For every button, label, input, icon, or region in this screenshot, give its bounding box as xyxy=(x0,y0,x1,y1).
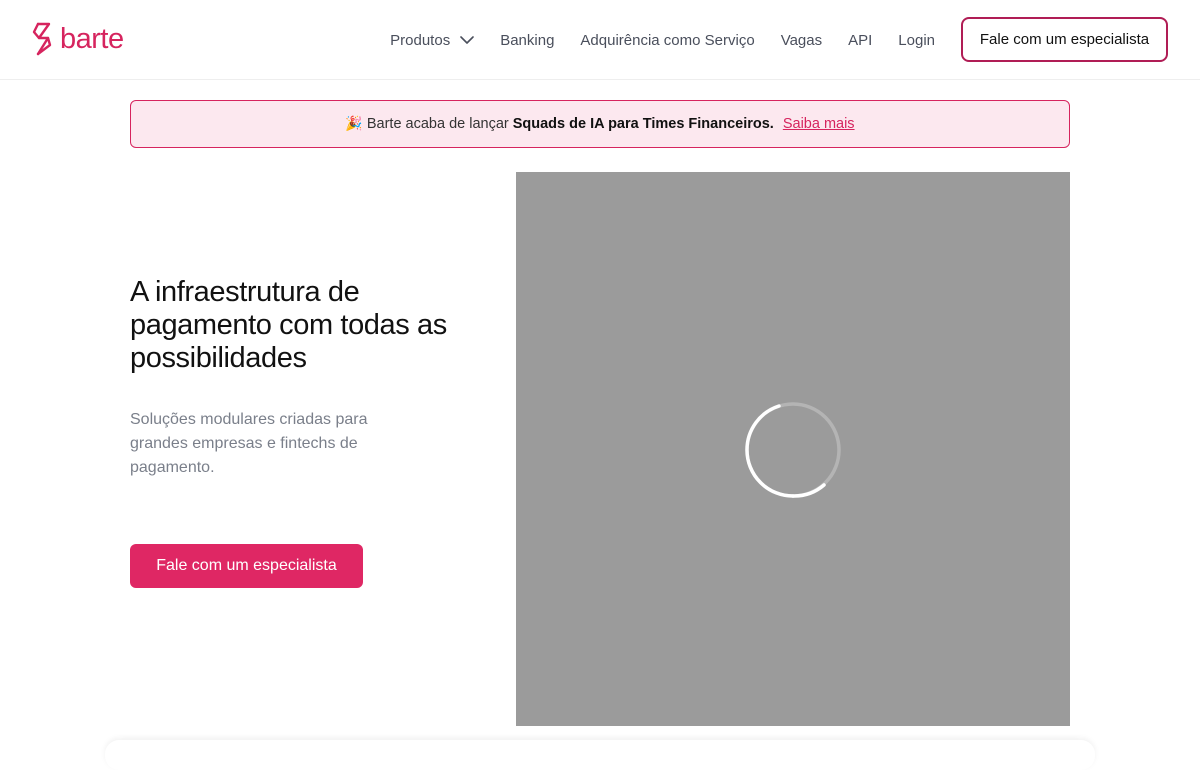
nav-item-banking[interactable]: Banking xyxy=(500,32,554,49)
nav-item-vagas[interactable]: Vagas xyxy=(781,32,822,49)
loading-spinner-icon xyxy=(744,401,842,499)
chevron-down-icon xyxy=(460,35,475,45)
nav-item-label: Banking xyxy=(500,31,555,49)
nav-item-label: Produtos xyxy=(390,31,451,49)
hero-media-placeholder xyxy=(516,172,1070,726)
nav-item-produtos[interactable]: Produtos xyxy=(390,31,475,49)
nav-item-label: Adquirência como Serviço xyxy=(580,31,755,49)
announcement-banner: 🎉 Barte acaba de lançar Squads de IA par… xyxy=(130,100,1070,148)
site-header: barte Produtos Banking Adquirência como … xyxy=(0,0,1200,80)
next-section-card xyxy=(105,740,1095,770)
party-popper-icon: 🎉 xyxy=(345,116,363,132)
nav-item-label: Vagas xyxy=(780,31,823,49)
barte-logo-mark-icon xyxy=(30,22,54,56)
brand-logo[interactable]: barte xyxy=(30,20,124,58)
nav-item-label: Login xyxy=(898,31,935,49)
main-nav: Produtos Banking Adquirência como Serviç… xyxy=(390,0,935,80)
nav-item-adquirencia[interactable]: Adquirência como Serviço xyxy=(580,32,754,49)
brand-name: barte xyxy=(60,22,124,55)
hero-contact-specialist-button[interactable]: Fale com um especialista xyxy=(130,544,363,588)
nav-item-login[interactable]: Login xyxy=(898,32,935,49)
hero-title: A infraestrutura de pagamento com todas … xyxy=(130,276,447,374)
banner-highlight: Squads de IA para Times Financeiros. xyxy=(512,116,774,132)
header-contact-specialist-button[interactable]: Fale com um especialista xyxy=(961,17,1168,62)
nav-item-api[interactable]: API xyxy=(848,32,872,49)
nav-item-label: API xyxy=(848,31,873,49)
banner-learn-more-link[interactable]: Saiba mais xyxy=(783,116,855,132)
hero-subtitle: Soluções modulares criadas para grandes … xyxy=(130,411,368,476)
banner-text: Barte acaba de lançar xyxy=(366,116,509,132)
